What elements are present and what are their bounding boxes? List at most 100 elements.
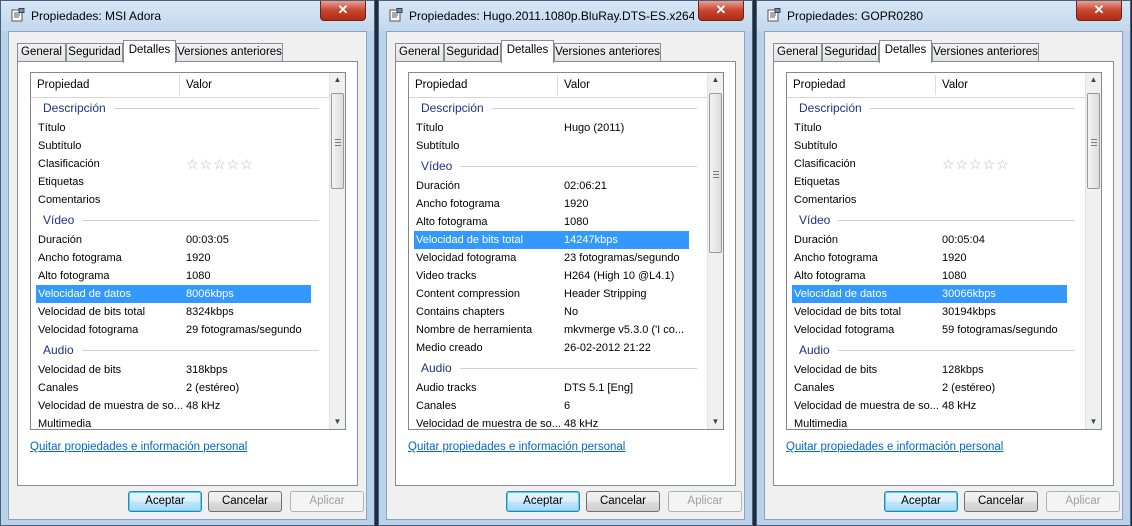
scroll-up-arrow[interactable]: ▲ [1086, 73, 1101, 87]
property-row[interactable]: Alto fotograma 1080 [787, 267, 1087, 285]
property-row[interactable]: Velocidad fotograma 23 fotogramas/segundo [409, 249, 709, 267]
property-row[interactable]: Duración 00:03:05 [31, 231, 331, 249]
tab-seguridad[interactable]: Seguridad [444, 43, 501, 61]
scroll-grip [713, 171, 719, 172]
property-row[interactable]: Nombre de herramienta mkvmerge v5.3.0 ('I… [409, 321, 709, 339]
scroll-thumb[interactable] [331, 93, 344, 189]
property-row[interactable]: Etiquetas [787, 173, 1087, 191]
property-row[interactable]: Clasificación ☆☆☆☆☆ [31, 155, 331, 173]
property-row[interactable]: Multimedia [787, 415, 1087, 429]
scroll-up-arrow[interactable]: ▲ [708, 73, 723, 87]
property-row[interactable]: Subtítulo [31, 137, 331, 155]
property-row[interactable]: Velocidad de datos 30066kbps [787, 285, 1087, 303]
column-header-valor[interactable]: Valor [564, 79, 590, 91]
property-row[interactable]: Velocidad de muestra de so... 48 kHz [787, 397, 1087, 415]
property-row[interactable]: Canales 6 [409, 397, 709, 415]
property-row[interactable]: Subtítulo [787, 137, 1087, 155]
close-button[interactable]: ✕ [698, 1, 744, 21]
property-row[interactable]: Video tracks H264 (High 10 @L4.1) [409, 267, 709, 285]
apply-button[interactable]: Aplicar [290, 491, 364, 512]
property-row[interactable]: Velocidad de bits total 8324kbps [31, 303, 331, 321]
scroll-down-arrow[interactable]: ▼ [1086, 415, 1101, 429]
tab-general[interactable]: General [395, 43, 444, 61]
scroll-down-arrow[interactable]: ▼ [330, 415, 345, 429]
vertical-scrollbar[interactable]: ▲ ▼ [707, 73, 723, 429]
scroll-grip [1091, 139, 1097, 140]
property-row[interactable]: Duración 02:06:21 [409, 177, 709, 195]
tab-seguridad[interactable]: Seguridad [66, 43, 123, 61]
remove-properties-link[interactable]: Quitar propiedades e información persona… [786, 441, 1003, 453]
property-row[interactable]: Etiquetas [31, 173, 331, 191]
cancel-button[interactable]: Cancelar [208, 491, 282, 512]
apply-button[interactable]: Aplicar [668, 491, 742, 512]
property-row[interactable]: Comentarios [787, 191, 1087, 209]
vertical-scrollbar[interactable]: ▲ ▼ [329, 73, 345, 429]
property-row[interactable]: Velocidad de muestra de so... 48 kHz [409, 415, 709, 429]
tab-versiones-anteriores[interactable]: Versiones anteriores [932, 43, 1039, 61]
column-header-valor[interactable]: Valor [942, 79, 968, 91]
tab-detalles[interactable]: Detalles [501, 40, 554, 63]
tab-versiones-anteriores[interactable]: Versiones anteriores [554, 43, 661, 61]
property-row[interactable]: Ancho fotograma 1920 [787, 249, 1087, 267]
property-row[interactable]: Multimedia [31, 415, 331, 429]
column-header-propiedad[interactable]: Propiedad [793, 79, 845, 91]
property-row[interactable]: Content compression Header Stripping [409, 285, 709, 303]
property-row[interactable]: Ancho fotograma 1920 [409, 195, 709, 213]
property-name: Velocidad fotograma [38, 324, 139, 336]
property-row[interactable]: Alto fotograma 1080 [409, 213, 709, 231]
ok-button[interactable]: Aceptar [128, 491, 202, 512]
tab-versiones-anteriores[interactable]: Versiones anteriores [176, 43, 283, 61]
column-header-valor[interactable]: Valor [186, 79, 212, 91]
tab-detalles[interactable]: Detalles [123, 40, 176, 63]
apply-button[interactable]: Aplicar [1046, 491, 1120, 512]
property-row[interactable]: Comentarios [31, 191, 331, 209]
tab-seguridad[interactable]: Seguridad [822, 43, 879, 61]
scroll-up-arrow[interactable]: ▲ [330, 73, 345, 87]
property-row[interactable]: Medio creado 26-02-2012 21:22 [409, 339, 709, 357]
property-row[interactable]: Clasificación ☆☆☆☆☆ [787, 155, 1087, 173]
tab-general[interactable]: General [17, 43, 66, 61]
property-row[interactable]: Alto fotograma 1080 [31, 267, 331, 285]
remove-properties-link[interactable]: Quitar propiedades e información persona… [30, 441, 247, 453]
cancel-button[interactable]: Cancelar [586, 491, 660, 512]
property-row[interactable]: Ancho fotograma 1920 [31, 249, 331, 267]
property-row[interactable]: Título Hugo (2011) [409, 119, 709, 137]
property-row[interactable]: Duración 00:05:04 [787, 231, 1087, 249]
property-row[interactable]: Contains chapters No [409, 303, 709, 321]
close-button[interactable]: ✕ [320, 1, 366, 21]
rating-stars[interactable]: ☆☆☆☆☆ [942, 155, 1084, 173]
property-row[interactable]: Velocidad fotograma 59 fotogramas/segundo [787, 321, 1087, 339]
property-row[interactable]: Velocidad de bits total 30194kbps [787, 303, 1087, 321]
property-row[interactable]: Velocidad de bits total 14247kbps [409, 231, 709, 249]
scroll-thumb[interactable] [1087, 93, 1100, 189]
property-row[interactable]: Velocidad de datos 8006kbps [31, 285, 331, 303]
group-divider [870, 108, 1075, 109]
close-button[interactable]: ✕ [1076, 1, 1122, 21]
scroll-grip [335, 139, 341, 140]
scroll-down-arrow[interactable]: ▼ [708, 415, 723, 429]
property-row[interactable]: Velocidad fotograma 29 fotogramas/segundo [31, 321, 331, 339]
property-row[interactable]: Velocidad de bits 318kbps [31, 361, 331, 379]
property-row[interactable]: Canales 2 (estéreo) [31, 379, 331, 397]
ok-button[interactable]: Aceptar [884, 491, 958, 512]
property-name: Título [416, 122, 444, 134]
property-row[interactable]: Velocidad de muestra de so... 48 kHz [31, 397, 331, 415]
remove-properties-link[interactable]: Quitar propiedades e información persona… [408, 441, 625, 453]
property-row[interactable]: Subtítulo [409, 137, 709, 155]
property-row[interactable]: Velocidad de bits 128kbps [787, 361, 1087, 379]
property-row[interactable]: Canales 2 (estéreo) [787, 379, 1087, 397]
cancel-button[interactable]: Cancelar [964, 491, 1038, 512]
rating-stars[interactable]: ☆☆☆☆☆ [186, 155, 328, 173]
column-separator [935, 75, 936, 95]
column-header-propiedad[interactable]: Propiedad [37, 79, 89, 91]
property-name: Etiquetas [38, 176, 84, 188]
property-row[interactable]: Audio tracks DTS 5.1 [Eng] [409, 379, 709, 397]
scroll-thumb[interactable] [709, 93, 722, 253]
column-header-propiedad[interactable]: Propiedad [415, 79, 467, 91]
vertical-scrollbar[interactable]: ▲ ▼ [1085, 73, 1101, 429]
property-row[interactable]: Título [31, 119, 331, 137]
tab-general[interactable]: General [773, 43, 822, 61]
property-row[interactable]: Título [787, 119, 1087, 137]
tab-detalles[interactable]: Detalles [879, 40, 932, 63]
ok-button[interactable]: Aceptar [506, 491, 580, 512]
